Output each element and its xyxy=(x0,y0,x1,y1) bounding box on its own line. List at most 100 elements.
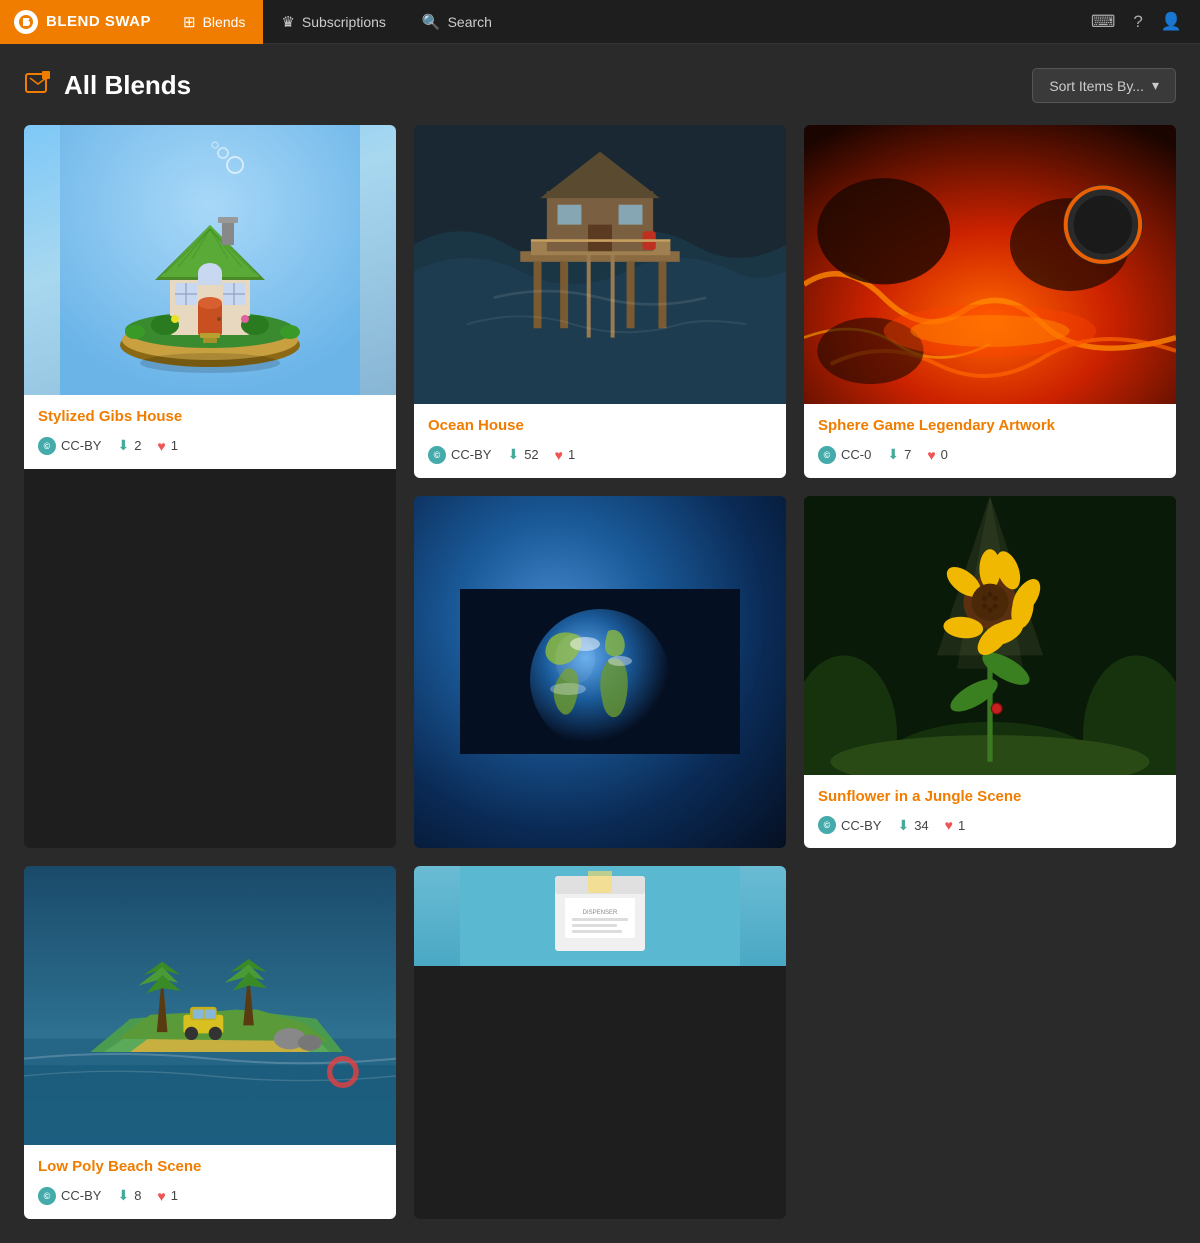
download-icon-ocean: ⬇ xyxy=(507,446,519,463)
license-sunflower: © CC-BY xyxy=(818,816,881,834)
downloads-beach: ⬇ 8 xyxy=(117,1187,141,1204)
card-title-house: Stylized Gibs House xyxy=(38,407,382,427)
page-title: All Blends xyxy=(64,70,191,101)
card-image-ocean xyxy=(414,125,786,404)
likes-count-sphere: 0 xyxy=(941,447,948,462)
main-content: All Blends Sort Items By... ▾ xyxy=(0,44,1200,1243)
card-sphere-game[interactable]: Sphere Game Legendary Artwork © CC-0 ⬇ 7… xyxy=(804,125,1176,478)
card-image-house xyxy=(24,125,396,395)
card-body-sphere: Sphere Game Legendary Artwork © CC-0 ⬇ 7… xyxy=(804,404,1176,478)
downloads-count-sphere: 7 xyxy=(904,447,911,462)
downloads-count-ocean: 52 xyxy=(524,447,538,462)
card-title-sphere: Sphere Game Legendary Artwork xyxy=(818,416,1162,436)
likes-ocean: ♥ 1 xyxy=(555,447,576,463)
card-image-sunflower xyxy=(804,496,1176,775)
sort-label: Sort Items By... xyxy=(1049,78,1144,94)
logo-icon xyxy=(14,10,38,34)
card-body-ocean: Ocean House © CC-BY ⬇ 52 ♥ 1 xyxy=(414,404,786,478)
card-image-earth xyxy=(414,496,786,849)
user-icon[interactable]: 👤 xyxy=(1161,12,1182,32)
nav-search-label: Search xyxy=(448,14,492,30)
card-body-sunflower: Sunflower in a Jungle Scene © CC-BY ⬇ 34… xyxy=(804,775,1176,849)
help-icon[interactable]: ? xyxy=(1133,12,1142,32)
card-body-house: Stylized Gibs House © CC-BY ⬇ 2 ♥ 1 xyxy=(24,395,396,469)
likes-house: ♥ 1 xyxy=(157,438,178,454)
logo[interactable]: BLEND SWAP xyxy=(0,0,165,44)
card-image-beach xyxy=(24,866,396,1145)
nav-blends[interactable]: ⊞ Blends xyxy=(165,0,263,44)
nav-search[interactable]: 🔍 Search xyxy=(404,0,510,44)
heart-icon-sphere: ♥ xyxy=(927,447,935,463)
svg-text:DISPENSER: DISPENSER xyxy=(583,910,618,916)
card-box[interactable]: DISPENSER xyxy=(414,866,786,1219)
license-ocean: © CC-BY xyxy=(428,446,491,464)
card-meta-beach: © CC-BY ⬇ 8 ♥ 1 xyxy=(38,1187,382,1205)
cc-icon-sphere: © xyxy=(818,446,836,464)
subscriptions-icon: ♛ xyxy=(281,13,294,31)
card-image-box: DISPENSER xyxy=(414,866,786,966)
card-title-ocean: Ocean House xyxy=(428,416,772,436)
likes-beach: ♥ 1 xyxy=(157,1188,178,1204)
card-meta-sphere: © CC-0 ⬇ 7 ♥ 0 xyxy=(818,446,1162,464)
search-icon: 🔍 xyxy=(422,13,441,31)
navbar: BLEND SWAP ⊞ Blends ♛ Subscriptions 🔍 Se… xyxy=(0,0,1200,44)
likes-sphere: ♥ 0 xyxy=(927,447,948,463)
card-meta-sunflower: © CC-BY ⬇ 34 ♥ 1 xyxy=(818,816,1162,834)
keyboard-icon[interactable]: ⌨ xyxy=(1091,12,1116,32)
card-meta-ocean: © CC-BY ⬇ 52 ♥ 1 xyxy=(428,446,772,464)
likes-sunflower: ♥ 1 xyxy=(945,817,966,833)
card-ocean-house[interactable]: Ocean House © CC-BY ⬇ 52 ♥ 1 xyxy=(414,125,786,478)
card-meta-house: © CC-BY ⬇ 2 ♥ 1 xyxy=(38,437,382,455)
heart-icon-house: ♥ xyxy=(157,438,165,454)
nav-subscriptions-label: Subscriptions xyxy=(302,14,386,30)
nav-links: ⊞ Blends ♛ Subscriptions 🔍 Search xyxy=(165,0,1073,44)
license-text-ocean: CC-BY xyxy=(451,447,491,462)
license-sphere: © CC-0 xyxy=(818,446,871,464)
download-icon-house: ⬇ xyxy=(117,437,129,454)
cc-icon-ocean: © xyxy=(428,446,446,464)
heart-icon-beach: ♥ xyxy=(157,1188,165,1204)
card-beach[interactable]: Low Poly Beach Scene © CC-BY ⬇ 8 ♥ 1 xyxy=(24,866,396,1219)
blends-icon: ⊞ xyxy=(183,13,196,31)
blends-grid: Stylized Gibs House © CC-BY ⬇ 2 ♥ 1 xyxy=(24,125,1176,1219)
heart-icon-sunflower: ♥ xyxy=(945,817,953,833)
likes-count-beach: 1 xyxy=(171,1188,178,1203)
page-icon xyxy=(24,69,52,103)
download-icon-sunflower: ⬇ xyxy=(897,817,909,834)
downloads-house: ⬇ 2 xyxy=(117,437,141,454)
sort-button[interactable]: Sort Items By... ▾ xyxy=(1032,68,1176,103)
downloads-count-beach: 8 xyxy=(134,1188,141,1203)
nav-subscriptions[interactable]: ♛ Subscriptions xyxy=(263,0,404,44)
license-text-sphere: CC-0 xyxy=(841,447,871,462)
page-title-wrap: All Blends xyxy=(24,69,191,103)
card-title-beach: Low Poly Beach Scene xyxy=(38,1157,382,1177)
sort-arrow-icon: ▾ xyxy=(1152,77,1159,94)
likes-count-sunflower: 1 xyxy=(958,818,965,833)
downloads-count-house: 2 xyxy=(134,438,141,453)
license-beach: © CC-BY xyxy=(38,1187,101,1205)
page-header: All Blends Sort Items By... ▾ xyxy=(24,68,1176,103)
likes-count-house: 1 xyxy=(171,438,178,453)
card-title-sunflower: Sunflower in a Jungle Scene xyxy=(818,787,1162,807)
downloads-count-sunflower: 34 xyxy=(914,818,928,833)
license-text-house: CC-BY xyxy=(61,438,101,453)
heart-icon-ocean: ♥ xyxy=(555,447,563,463)
nav-right: ⌨ ? 👤 xyxy=(1073,12,1200,32)
downloads-sunflower: ⬇ 34 xyxy=(897,817,928,834)
cc-icon-house: © xyxy=(38,437,56,455)
license-house: © CC-BY xyxy=(38,437,101,455)
logo-text: BLEND SWAP xyxy=(46,13,151,30)
card-sunflower[interactable]: Sunflower in a Jungle Scene © CC-BY ⬇ 34… xyxy=(804,496,1176,849)
nav-blends-label: Blends xyxy=(203,14,246,30)
cc-icon-beach: © xyxy=(38,1187,56,1205)
card-body-beach: Low Poly Beach Scene © CC-BY ⬇ 8 ♥ 1 xyxy=(24,1145,396,1219)
card-earth[interactable] xyxy=(414,496,786,849)
cc-icon-sunflower: © xyxy=(818,816,836,834)
card-image-lava xyxy=(804,125,1176,404)
download-icon-sphere: ⬇ xyxy=(887,446,899,463)
download-icon-beach: ⬇ xyxy=(117,1187,129,1204)
likes-count-ocean: 1 xyxy=(568,447,575,462)
license-text-sunflower: CC-BY xyxy=(841,818,881,833)
downloads-sphere: ⬇ 7 xyxy=(887,446,911,463)
card-stylized-gibs-house[interactable]: Stylized Gibs House © CC-BY ⬇ 2 ♥ 1 xyxy=(24,125,396,848)
